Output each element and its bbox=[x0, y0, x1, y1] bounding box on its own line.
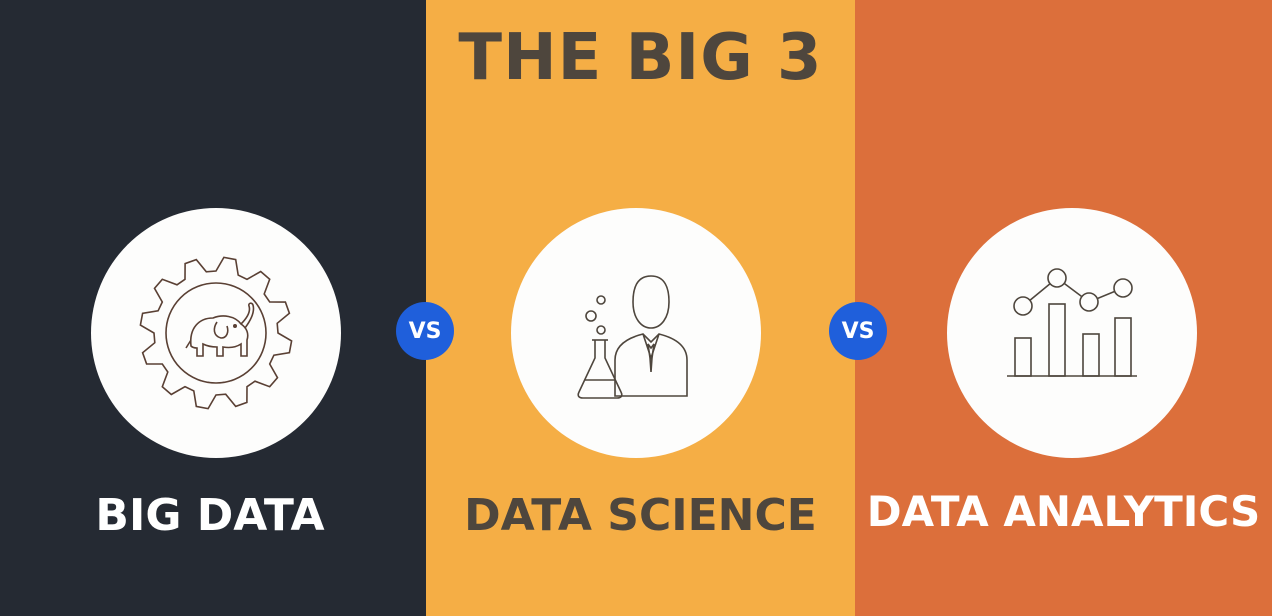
big-data-circle bbox=[91, 208, 341, 458]
bar-line-chart-icon bbox=[987, 248, 1157, 418]
vs-badge-2: VS bbox=[829, 302, 887, 360]
scientist-flask-icon bbox=[551, 248, 721, 418]
data-analytics-circle bbox=[947, 208, 1197, 458]
data-science-circle bbox=[511, 208, 761, 458]
data-science-label: DATA SCIENCE bbox=[464, 490, 817, 541]
gear-elephant-icon bbox=[131, 248, 301, 418]
vs-badge-1: VS bbox=[396, 302, 454, 360]
big-data-label: BIG DATA bbox=[95, 490, 325, 541]
data-analytics-label: DATA ANALYTICS bbox=[866, 487, 1261, 536]
page-title: THE BIG 3 bbox=[458, 21, 823, 95]
